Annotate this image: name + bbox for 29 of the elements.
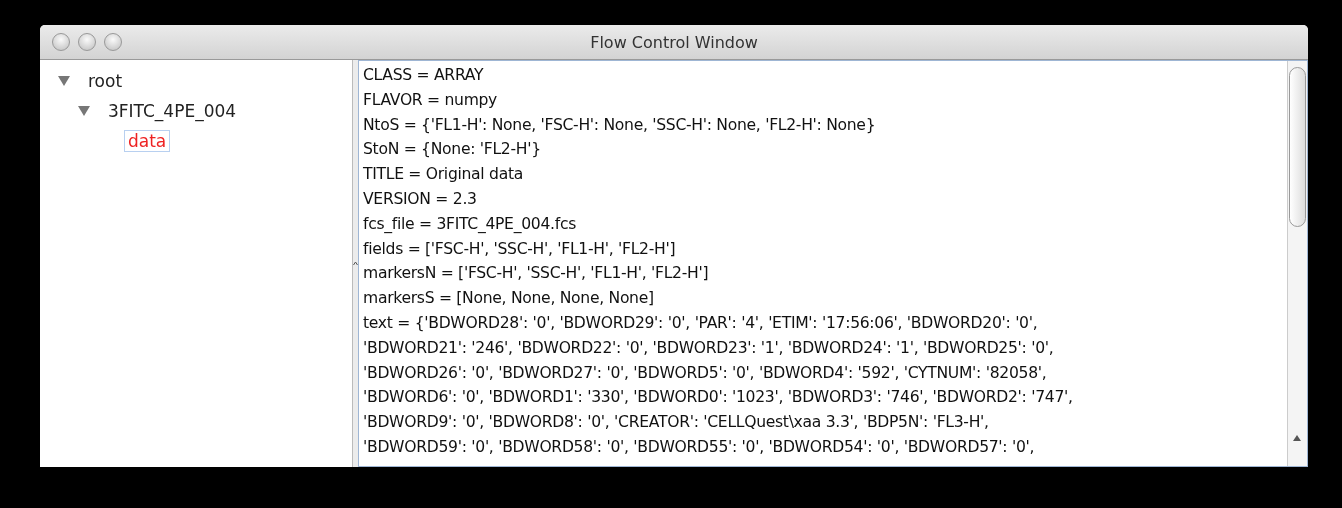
tree-item[interactable]: root — [84, 70, 127, 92]
attributes-text-area[interactable] — [358, 60, 1308, 467]
text-line: fcs_file = 3FITC_4PE_004.fcs — [363, 213, 577, 235]
expanded-triangle-icon[interactable] — [78, 106, 90, 116]
window-control-icon[interactable] — [78, 33, 96, 51]
text-line: 'BDWORD6': '0', 'BDWORD1': '330', 'BDWORD0': '1023', 'BDWORD3': '746', 'BDWORD2': '747', — [363, 387, 1074, 409]
window-control-icon[interactable] — [104, 33, 122, 51]
text-line: 'BDWORD59': '0', 'BDWORD58': '0', 'BDWORD55': '0', 'BDWORD54': '0', 'BDWORD57': '0', — [363, 436, 1036, 458]
text-line: NtoS = {'FL1-H': None, 'FSC-H': None, 'SSC-H': None, 'FL2-H': None} — [363, 114, 877, 136]
text-line: StoN = {None: 'FL2-H'} — [363, 139, 542, 161]
scroll-bar[interactable] — [1287, 61, 1307, 466]
text-line: markersS = [None, None, None, None] — [363, 288, 655, 310]
text-line: text = {'BDWORD28': '0', 'BDWORD29': '0', 'PAR': '4', 'ETIM': '17:56:06', 'BDWORD20': '0', — [363, 312, 1039, 334]
scroll-thumb[interactable] — [1289, 67, 1306, 227]
text-line: CLASS = ARRAY — [363, 65, 485, 86]
text-line: 'BDWORD26': '0', 'BDWORD27': '0', 'BDWORD5': '0', 'BDWORD4': '592', 'CYTNUM': '82058', — [363, 362, 1048, 384]
text-line: fields = ['FSC-H', 'SSC-H', 'FL1-H', 'FL2-H'] — [363, 238, 677, 260]
tree-item[interactable]: 3FITC_4PE_004 — [104, 100, 241, 122]
window-control-icon[interactable] — [52, 33, 70, 51]
text-line: 'BDWORD21': '246', 'BDWORD22': '0', 'BDWORD23': '1', 'BDWORD24': '1', 'BDWORD25': '0', — [363, 337, 1055, 359]
text-line: FLAVOR = numpy — [363, 89, 499, 111]
tree-item[interactable]: data — [124, 130, 171, 152]
text-line: markersN = ['FSC-H', 'SSC-H', 'FL1-H', 'FL2-H'] — [363, 263, 710, 285]
splitter-grip-icon[interactable] — [353, 261, 358, 266]
window-title: Flow Control Window — [589, 32, 759, 52]
text-line: VERSION = 2.3 — [363, 189, 478, 210]
text-line: 'BDWORD9': '0', 'BDWORD8': '0', 'CREATOR': 'CELLQuest\xaa 3.3', 'BDP5N': 'FL3-H', — [363, 412, 990, 434]
expanded-triangle-icon[interactable] — [58, 76, 70, 86]
text-line: TITLE = Original data — [363, 164, 524, 186]
